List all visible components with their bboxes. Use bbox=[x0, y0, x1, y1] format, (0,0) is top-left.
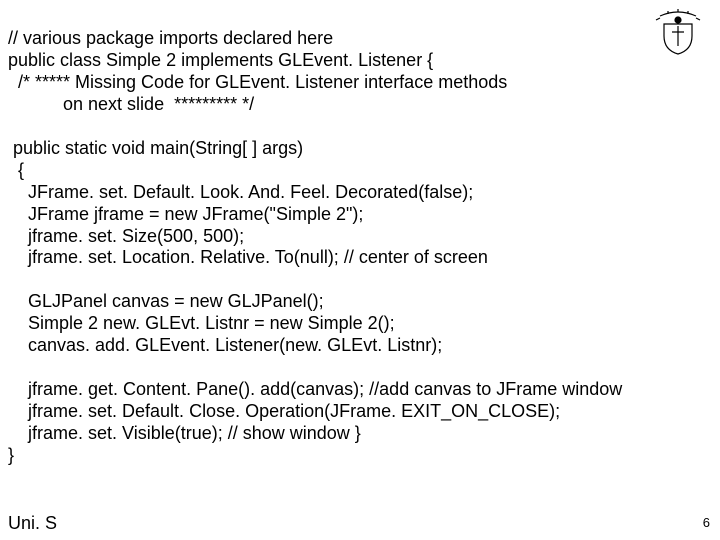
code-line: JFrame. set. Default. Look. And. Feel. D… bbox=[8, 182, 473, 202]
code-line: /* ***** Missing Code for GLEvent. Liste… bbox=[8, 72, 507, 92]
slide: // various package imports declared here… bbox=[0, 0, 720, 540]
code-line: jframe. set. Size(500, 500); bbox=[8, 226, 244, 246]
code-line: canvas. add. GLEvent. Listener(new. GLEv… bbox=[8, 335, 442, 355]
footer-label: Uni. S bbox=[8, 513, 57, 534]
code-line: jframe. set. Default. Close. Operation(J… bbox=[8, 401, 560, 421]
university-crest-logo bbox=[650, 6, 706, 62]
code-block: // various package imports declared here… bbox=[8, 6, 622, 489]
code-line: jframe. set. Visible(true); // show wind… bbox=[8, 423, 361, 443]
code-line: on next slide ********* */ bbox=[8, 94, 254, 114]
code-line: JFrame jframe = new JFrame("Simple 2"); bbox=[8, 204, 363, 224]
code-line: jframe. set. Location. Relative. To(null… bbox=[8, 247, 488, 267]
code-line: GLJPanel canvas = new GLJPanel(); bbox=[8, 291, 324, 311]
code-line: Simple 2 new. GLEvt. Listnr = new Simple… bbox=[8, 313, 395, 333]
code-line: public class Simple 2 implements GLEvent… bbox=[8, 50, 433, 70]
code-line: // various package imports declared here bbox=[8, 28, 333, 48]
code-line: jframe. get. Content. Pane(). add(canvas… bbox=[8, 379, 622, 399]
page-number: 6 bbox=[703, 515, 710, 530]
code-line: { bbox=[8, 160, 24, 180]
code-line: } bbox=[8, 445, 14, 465]
code-line: public static void main(String[ ] args) bbox=[8, 138, 303, 158]
